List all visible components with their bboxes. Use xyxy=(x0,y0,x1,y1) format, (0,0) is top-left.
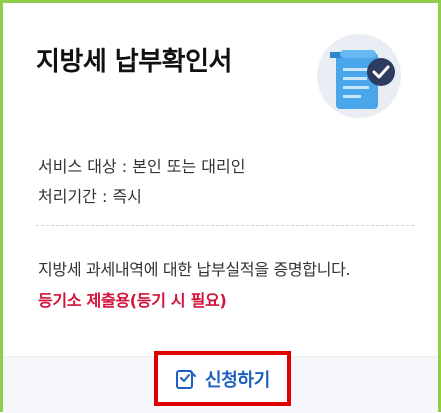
service-target: 서비스 대상 : 본인 또는 대리인 xyxy=(38,157,246,176)
edit-form-icon xyxy=(175,369,196,389)
card-note: 등기소 제출용(등기 시 필요) xyxy=(38,291,227,310)
apply-button-content[interactable]: 신청하기 xyxy=(175,366,270,392)
processing-time: 처리기간 : 즉시 xyxy=(38,187,142,206)
apply-button[interactable]: 신청하기 xyxy=(154,351,291,406)
apply-button-label[interactable]: 신청하기 xyxy=(205,366,270,392)
card-description: 지방세 과세내역에 대한 납부실적을 증명합니다. xyxy=(38,260,351,279)
document-check-icon xyxy=(317,34,401,118)
card-title: 지방세 납부확인서 xyxy=(36,47,232,77)
divider xyxy=(36,225,414,226)
